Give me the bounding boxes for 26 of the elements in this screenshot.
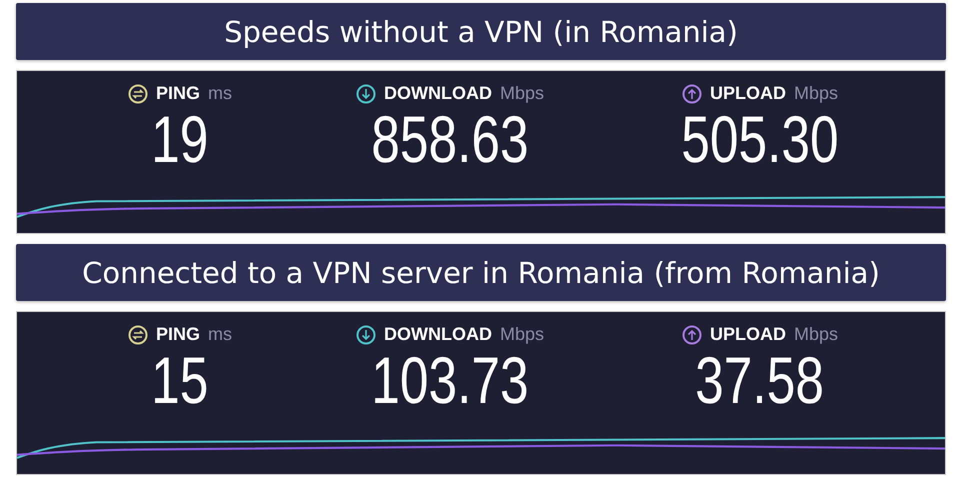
metric-value: 103.73 — [371, 347, 529, 413]
metric-value: 15 — [151, 347, 209, 413]
metric-value: 505.30 — [681, 106, 839, 172]
section-title: Speeds without a VPN (in Romania) — [16, 3, 946, 60]
metric-label: UPLOAD — [710, 83, 786, 104]
metric-label: DOWNLOAD — [384, 83, 492, 104]
upload-icon — [682, 324, 702, 344]
exchange-icon — [128, 324, 148, 344]
upload-icon — [682, 84, 702, 104]
metric-unit: ms — [208, 83, 232, 104]
section-title: Connected to a VPN server in Romania (from Romania) — [16, 244, 946, 301]
download-icon — [356, 324, 376, 344]
metric-unit: ms — [208, 324, 232, 345]
metric-label: PING — [156, 83, 200, 104]
metric-label: DOWNLOAD — [384, 324, 492, 345]
metric-unit: Mbps — [500, 83, 544, 104]
metric-unit: Mbps — [794, 83, 838, 104]
metric-unit: Mbps — [794, 324, 838, 345]
exchange-icon — [128, 84, 148, 104]
metric-unit: Mbps — [500, 324, 544, 345]
metric-label: UPLOAD — [710, 324, 786, 345]
metric-value: 19 — [151, 106, 209, 172]
metric-value: 858.63 — [371, 106, 529, 172]
metric-value: 37.58 — [696, 347, 824, 413]
download-icon — [356, 84, 376, 104]
metric-label: PING — [156, 324, 200, 345]
